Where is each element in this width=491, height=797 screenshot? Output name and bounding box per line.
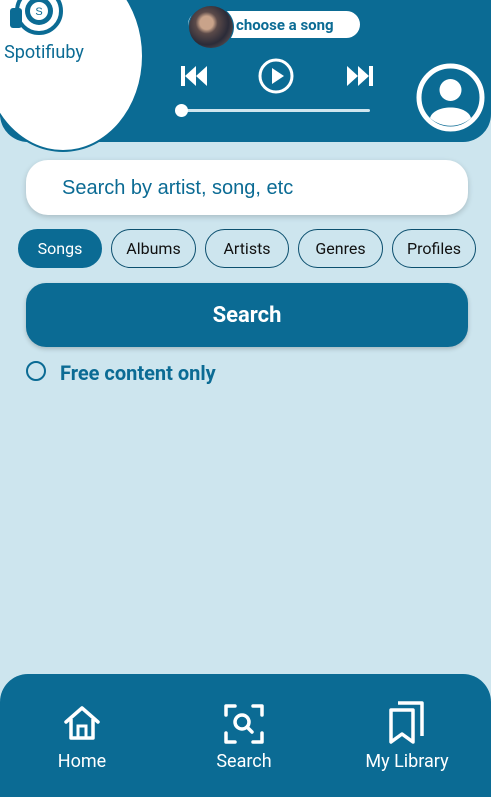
app-name: Spotifiuby <box>4 42 84 63</box>
nav-label: Search <box>216 751 272 772</box>
app-logo[interactable]: S Spotifiuby <box>0 0 144 152</box>
now-playing-pill[interactable]: choose a song <box>188 5 360 49</box>
filter-chip-profiles[interactable]: Profiles <box>392 229 476 268</box>
top-header: S Spotifiuby choose a song <box>0 0 491 152</box>
free-content-radio[interactable] <box>26 361 46 381</box>
search-scan-icon <box>224 704 264 744</box>
profile-avatar-icon[interactable] <box>416 63 485 132</box>
svg-text:S: S <box>35 6 42 18</box>
now-playing-label: choose a song <box>236 16 334 34</box>
nav-label: Home <box>57 751 107 772</box>
nav-item-my-library[interactable]: My Library <box>352 674 462 797</box>
spotifiuby-logo-icon: S <box>10 0 63 35</box>
progress-bar[interactable] <box>180 109 370 112</box>
filter-chip-songs[interactable]: Songs <box>18 229 102 268</box>
filter-chip-label: Genres <box>315 239 366 258</box>
progress-thumb[interactable] <box>175 104 188 117</box>
next-track-icon[interactable] <box>345 66 373 86</box>
nav-item-home[interactable]: Home <box>32 674 132 797</box>
filter-chip-albums[interactable]: Albums <box>111 229 196 268</box>
filter-chip-label: Songs <box>37 239 83 258</box>
search-button[interactable]: Search <box>26 283 468 347</box>
filter-chip-genres[interactable]: Genres <box>298 229 383 268</box>
filter-chip-artists[interactable]: Artists <box>205 229 289 268</box>
previous-track-icon[interactable] <box>181 66 209 86</box>
album-art <box>188 5 234 49</box>
filter-chip-label: Profiles <box>407 239 461 258</box>
library-icon <box>389 701 424 744</box>
search-input[interactable] <box>60 160 454 217</box>
bottom-navigation: Home Search My Library <box>0 674 491 797</box>
free-content-label[interactable]: Free content only <box>60 361 216 385</box>
filter-chip-label: Artists <box>223 239 271 258</box>
filter-chip-label: Albums <box>126 239 181 258</box>
home-icon <box>64 706 100 740</box>
search-box <box>26 160 468 217</box>
nav-item-search[interactable]: Search <box>194 674 294 797</box>
play-icon[interactable] <box>257 57 295 95</box>
nav-label: My Library <box>365 751 449 772</box>
